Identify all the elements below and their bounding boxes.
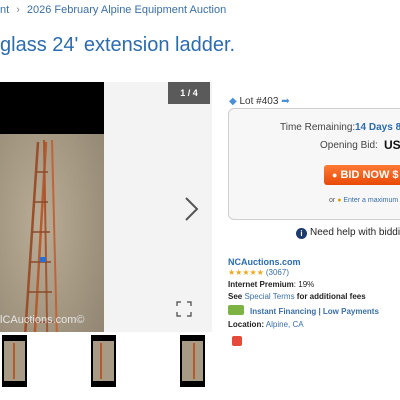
thumbnail-1[interactable]	[2, 335, 27, 387]
special-terms: See Special Terms for additional fees	[228, 292, 366, 301]
location-value[interactable]: Alpine, CA	[266, 320, 304, 329]
thumbnail-image	[93, 341, 114, 381]
lot-navigation: ◆ Lot #403 ➡	[229, 96, 290, 107]
thumbnail-2[interactable]	[91, 335, 116, 387]
main-photo[interactable]: lCAuctions.com©	[0, 82, 104, 332]
star-rating-icon: ★★★★★	[228, 268, 264, 277]
breadcrumb-separator: ›	[16, 4, 20, 16]
seller-name-link[interactable]: NCAuctions.com	[228, 257, 301, 267]
opening-bid-value: US	[384, 138, 400, 152]
fullscreen-expand-icon[interactable]	[176, 301, 192, 317]
review-count: (3067)	[265, 268, 289, 277]
page-title: glass 24' extension ladder.	[0, 34, 236, 56]
breadcrumb-prev-link[interactable]: nt	[0, 4, 9, 16]
lot-number: Lot #403	[239, 96, 279, 107]
bidding-help-text: Need help with biddin	[310, 227, 400, 238]
next-image-chevron-icon[interactable]	[180, 195, 202, 223]
location-label: Location:	[228, 320, 264, 329]
bid-now-button[interactable]: ● BID NOW $	[324, 165, 400, 185]
internet-premium-value: : 19%	[293, 280, 315, 289]
time-remaining-label: Time Remaining:	[280, 122, 356, 133]
location-row: Location: Alpine, CA	[228, 320, 304, 329]
internet-premium: Internet Premium: 19%	[228, 280, 314, 289]
enter-max-bid-link[interactable]: Enter a maximum	[343, 197, 398, 204]
special-terms-link[interactable]: Special Terms	[244, 292, 294, 301]
financing-row: Instant Financing | Low Payments	[228, 305, 379, 316]
info-icon: i	[296, 228, 307, 239]
prev-lot-arrow-icon[interactable]: ◆	[229, 96, 237, 107]
opening-bid-label: Opening Bid:	[320, 140, 378, 151]
max-bid-hint: or ● Enter a maximum	[329, 197, 398, 204]
breadcrumb-auction-link[interactable]: 2026 February Alpine Equipment Auction	[27, 4, 226, 16]
gavel-icon: ●	[332, 170, 338, 180]
time-remaining-value: 14 Days 8	[355, 122, 400, 133]
special-terms-suffix: for additional fees	[296, 292, 366, 301]
max-bid-prefix: or	[329, 197, 336, 204]
thumbnail-ladder	[193, 343, 195, 379]
photo-watermark: lCAuctions.com©	[0, 314, 85, 326]
thumbnail-ladder	[13, 343, 15, 379]
pdf-icon[interactable]	[232, 336, 242, 346]
seller-rating[interactable]: ★★★★★ (3067)	[228, 268, 289, 277]
thumbnail-3[interactable]	[180, 335, 205, 387]
breadcrumb: nt › 2026 February Alpine Equipment Auctio…	[0, 4, 226, 16]
internet-premium-label: Internet Premium	[228, 280, 294, 289]
ladder-image	[24, 139, 58, 332]
financing-badge-icon	[228, 305, 244, 315]
special-terms-prefix: See	[228, 292, 243, 301]
image-counter: 1 / 4	[168, 82, 210, 104]
instant-financing-link[interactable]: Instant Financing | Low Payments	[250, 307, 379, 316]
bidding-help-link[interactable]: i Need help with biddin	[296, 227, 400, 239]
next-lot-arrow-icon[interactable]: ➡	[281, 96, 289, 107]
thumbnail-ladder	[100, 343, 102, 379]
bid-now-label: BID NOW $	[340, 169, 399, 181]
